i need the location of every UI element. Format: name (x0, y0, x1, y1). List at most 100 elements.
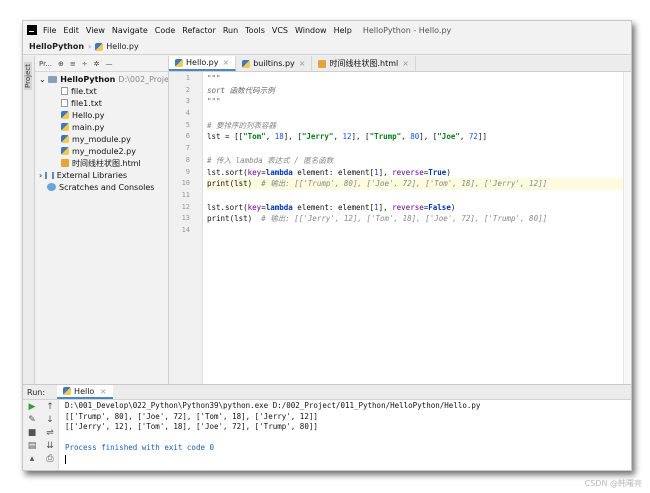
menu-view[interactable]: View (86, 26, 105, 35)
run-tab-hello[interactable]: Hello × (57, 385, 113, 399)
code-line[interactable] (207, 190, 623, 202)
collapse-all-icon[interactable]: ≡ (70, 60, 76, 68)
code-line[interactable] (207, 108, 623, 120)
menu-navigate[interactable]: Navigate (112, 26, 148, 35)
tree-item-my-module2-py[interactable]: my_module2.py (35, 146, 168, 158)
line-number: 12 (181, 202, 190, 211)
python-file-icon (61, 123, 69, 131)
breadcrumb: HelloPython › Hello.py (23, 39, 631, 55)
library-icon (44, 172, 54, 179)
html-file-icon (318, 59, 327, 68)
tree-item-my-module-py[interactable]: my_module.py (35, 134, 168, 146)
expand-all-icon[interactable]: ÷ (82, 60, 88, 68)
tab-html[interactable]: 时间线柱状图.html × (312, 56, 416, 71)
project-tool-button[interactable]: Project (24, 62, 32, 90)
close-icon[interactable]: × (299, 59, 306, 68)
line-number-gutter: 1 2 3 4 5 6 7 8 9 10 11 12 13 14 (169, 72, 203, 384)
print-icon[interactable]: ⎙ (41, 452, 59, 465)
menu-window[interactable]: Window (295, 26, 327, 35)
project-view-selector[interactable]: Pr... (39, 60, 52, 68)
code-line[interactable]: """ (207, 73, 623, 85)
code-line[interactable]: # 要排序的列表容器 (207, 120, 623, 132)
line-number: 5 (185, 120, 190, 129)
code-line[interactable]: """ (207, 96, 623, 108)
menu-refactor[interactable]: Refactor (182, 26, 216, 35)
close-icon[interactable]: × (402, 59, 409, 68)
tree-item-main-py[interactable]: main.py (35, 122, 168, 134)
code-line[interactable]: # 传入 lambda 表达式 / 匿名函数 (207, 155, 623, 167)
menu-file[interactable]: File (43, 26, 56, 35)
editor-tabs: Hello.py × builtins.py × 时间线柱状图.html × (169, 56, 631, 72)
tree-item-helloproject[interactable]: ⌄ HelloPython D:\002_Projec (35, 74, 168, 86)
editor-scrollbar[interactable] (623, 72, 631, 384)
editor-area: Hello.py × builtins.py × 时间线柱状图.html × 1234… (169, 56, 631, 384)
tree-item-hello-py[interactable]: Hello.py (35, 110, 168, 122)
line-number: 13 (181, 214, 190, 223)
tree-item-label: Hello.py (72, 111, 105, 120)
tree-item-external-libraries[interactable]: › External Libraries (35, 170, 168, 182)
tree-item-file1-txt[interactable]: file1.txt (35, 98, 168, 110)
layout-icon[interactable]: ▤ (23, 439, 41, 452)
menu-run[interactable]: Run (223, 26, 238, 35)
menu-tools[interactable]: Tools (245, 26, 265, 35)
close-icon[interactable]: × (223, 58, 230, 67)
code-line[interactable] (207, 143, 623, 155)
code-line[interactable]: print(lst) # 输出: [['Jerry', 12], ['Tom',… (207, 213, 623, 225)
soft-wrap-icon[interactable]: ⇌ (41, 426, 59, 439)
code-content[interactable]: """ sort 函数代码示例 """ # 要排序的列表容器 lst = [["Tom… (203, 72, 623, 384)
pin-icon[interactable]: ▴ (23, 452, 41, 465)
main-area: Project Pr... ⊕ ≡ ÷ ✲ — ⌄ HelloPython D:\… (23, 56, 631, 384)
python-file-icon (61, 147, 69, 155)
console-cursor (65, 454, 66, 464)
python-file-icon (61, 111, 69, 119)
line-number: 8 (185, 155, 190, 164)
code-line[interactable]: lst = [["Tom", 18], ["Jerry", 12], ["Tru… (207, 131, 623, 143)
code-line[interactable]: sort 函数代码示例 (207, 85, 623, 97)
menu-vcs[interactable]: VCS (272, 26, 288, 35)
scratches-icon (47, 183, 56, 191)
tab-hello-py[interactable]: Hello.py × (169, 56, 237, 71)
tree-item-label: file1.txt (71, 99, 102, 108)
project-tree: ⌄ HelloPython D:\002_Projec file.txt file… (35, 72, 168, 194)
tree-item-file-txt[interactable]: file.txt (35, 86, 168, 98)
menu-help[interactable]: Help (334, 26, 352, 35)
chevron-right-icon[interactable]: › (39, 171, 42, 180)
menu-bar: File Edit View Navigate Code Refactor Ru… (23, 21, 631, 39)
code-editor[interactable]: 1 2 3 4 5 6 7 8 9 10 11 12 13 14 """ sort 函数代码示例 """ # … (169, 72, 631, 384)
code-line[interactable]: lst.sort(key=lambda element: element[1],… (207, 167, 623, 179)
gear-icon[interactable]: ✲ (94, 60, 100, 68)
tool-window-strip: Project (23, 56, 35, 384)
text-file-icon (61, 87, 68, 95)
menu-code[interactable]: Code (155, 26, 175, 35)
hide-icon[interactable]: — (106, 60, 113, 68)
down-arrow-icon[interactable]: ↓ (41, 413, 59, 426)
code-line[interactable] (207, 225, 623, 237)
tab-label: Hello.py (186, 58, 219, 67)
tab-label: 时间线柱状图.html (329, 59, 399, 68)
code-line[interactable]: lst.sort(key=lambda element: element[1],… (207, 202, 623, 214)
chevron-down-icon[interactable]: ⌄ (39, 75, 46, 84)
locate-icon[interactable]: ⊕ (58, 60, 64, 68)
tree-item-label: Scratches and Consoles (59, 183, 155, 192)
python-file-icon (242, 59, 251, 68)
tree-item-scratches[interactable]: Scratches and Consoles (35, 182, 168, 194)
console-output[interactable]: D:\001_Develop\022_Python\Python39\pytho… (59, 400, 631, 470)
stop-icon[interactable]: ■ (23, 426, 41, 439)
pycharm-logo-icon (27, 25, 37, 35)
run-body: ▶ ↑ ✎ ↓ ■ ⇌ ▤ ⇊ ▴ ⎙ D:\001_Develop\022_P… (23, 400, 631, 470)
rerun-icon[interactable]: ▶ (23, 400, 41, 413)
scroll-to-end-icon[interactable]: ⇊ (41, 439, 59, 452)
menu-edit[interactable]: Edit (63, 26, 79, 35)
wrench-icon[interactable]: ✎ (23, 413, 41, 426)
tree-item-html[interactable]: 时间线柱状图.html (35, 158, 168, 170)
window-title: HelloPython - Hello.py (362, 25, 452, 35)
code-line[interactable]: print(lst) # 输出: [['Trump', 80], ['Joe',… (207, 178, 623, 190)
close-icon[interactable]: × (100, 387, 107, 396)
line-number: 4 (185, 109, 190, 118)
python-file-icon (175, 58, 183, 67)
breadcrumb-file[interactable]: Hello.py (106, 42, 139, 51)
breadcrumb-project[interactable]: HelloPython (29, 42, 84, 51)
up-arrow-icon[interactable]: ↑ (41, 400, 59, 413)
tab-builtins-py[interactable]: builtins.py × (236, 56, 313, 71)
line-number: 9 (185, 167, 190, 176)
